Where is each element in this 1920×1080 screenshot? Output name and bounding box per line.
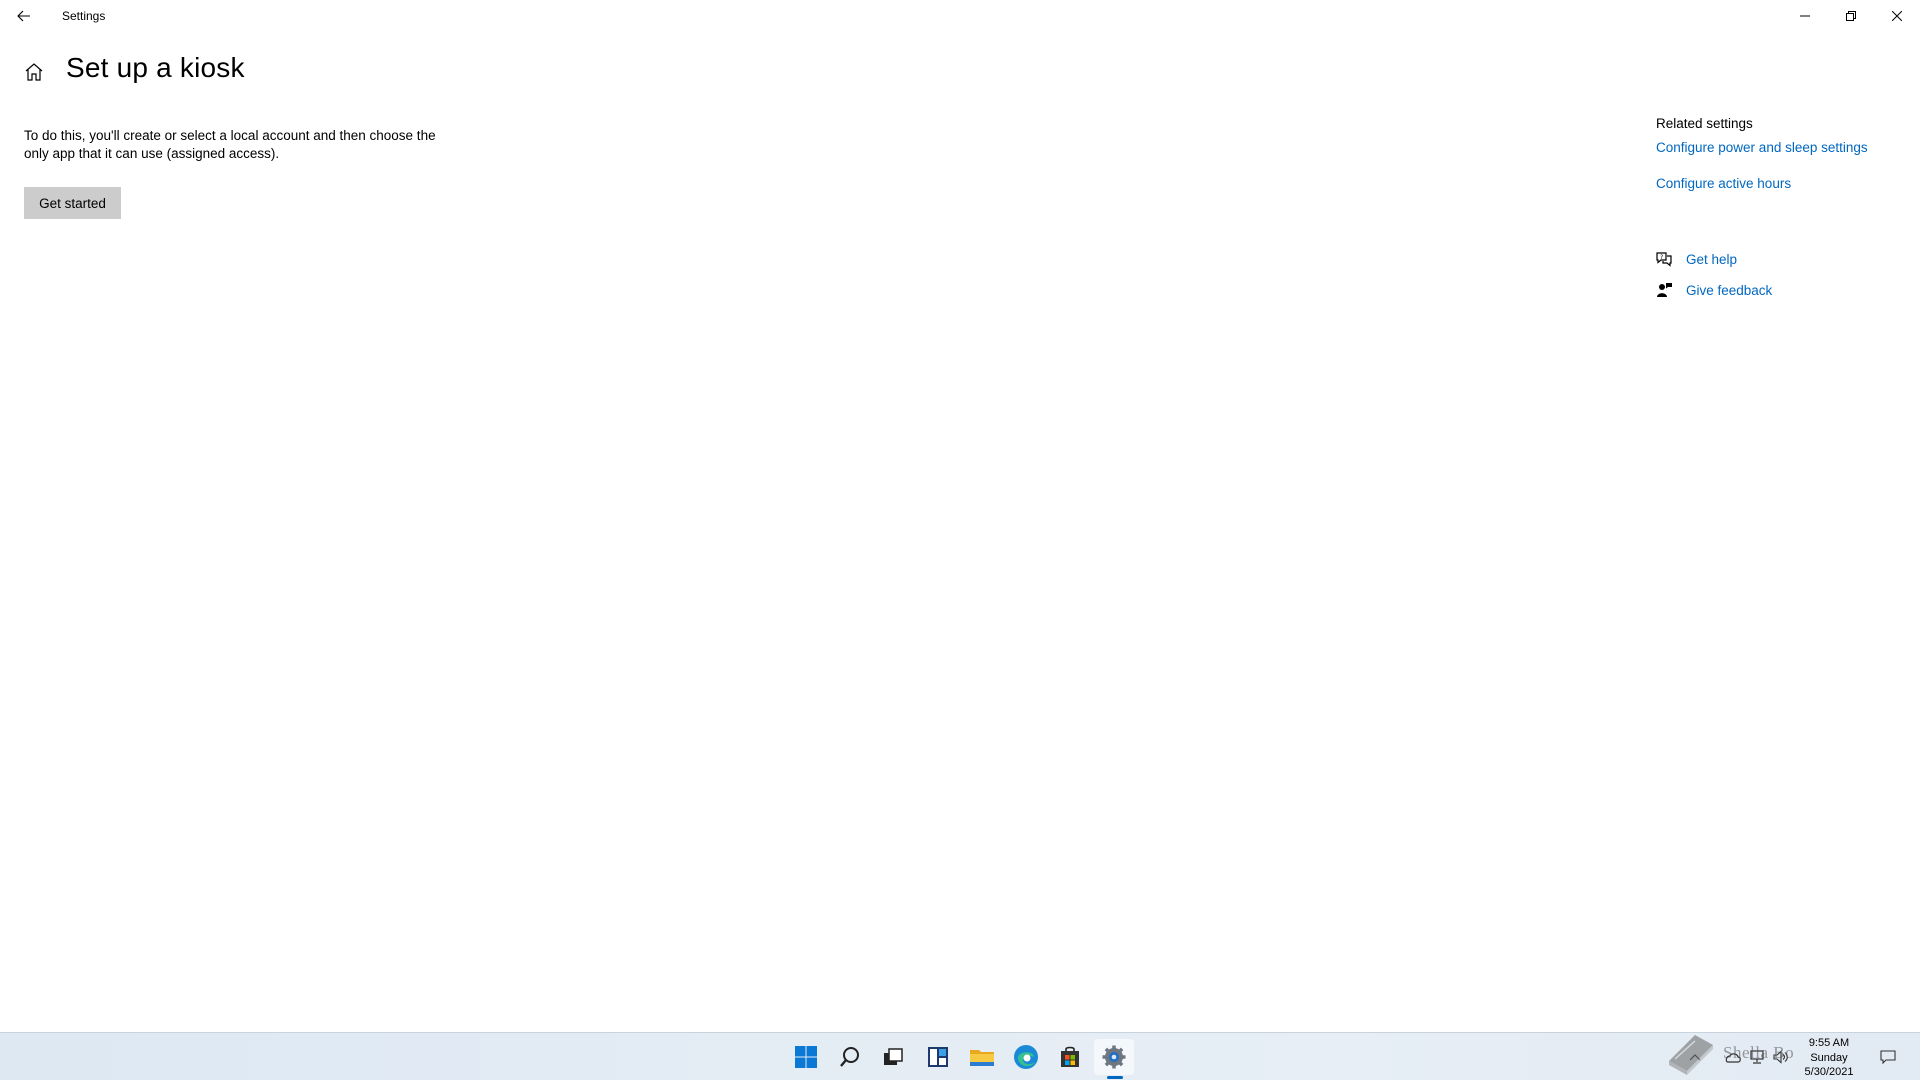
chat-help-icon: ? [1654, 249, 1674, 269]
start-icon [795, 1046, 817, 1068]
widgets-button[interactable] [918, 1039, 958, 1075]
svg-text:?: ? [1660, 254, 1663, 261]
give-feedback-row[interactable]: Give feedback [1654, 279, 1772, 301]
watermark: Shella Bo [1665, 1028, 1915, 1078]
configure-power-sleep-link[interactable]: Configure power and sleep settings [1656, 140, 1916, 155]
settings-button[interactable] [1094, 1039, 1134, 1075]
get-started-button[interactable]: Get started [24, 187, 121, 219]
widgets-icon [928, 1047, 948, 1067]
active-app-indicator [1107, 1076, 1123, 1079]
arrow-left-icon [17, 10, 30, 22]
close-button[interactable] [1874, 0, 1920, 32]
page-title: Set up a kiosk [66, 52, 245, 83]
give-feedback-link[interactable]: Give feedback [1686, 283, 1772, 298]
file-explorer-button[interactable] [962, 1039, 1002, 1075]
related-settings-title: Related settings [1656, 116, 1753, 131]
edge-icon [1014, 1045, 1038, 1069]
store-icon [1061, 1046, 1079, 1067]
search-icon [840, 1047, 859, 1067]
configure-active-hours-link[interactable]: Configure active hours [1656, 176, 1916, 191]
related-settings: Related settings Configure power and sle… [1656, 116, 1916, 212]
home-icon[interactable] [20, 58, 48, 86]
restore-icon [1846, 11, 1856, 21]
settings-icon [1102, 1045, 1126, 1069]
get-help-link[interactable]: Get help [1686, 252, 1737, 267]
minimize-button[interactable] [1782, 0, 1828, 32]
file-explorer-icon [970, 1050, 994, 1066]
watermark-text: Shella Bo [1723, 1043, 1795, 1062]
home-glyph [25, 63, 43, 81]
store-button[interactable] [1050, 1039, 1090, 1075]
description-text: To do this, you'll create or select a lo… [24, 128, 436, 161]
task-view-button[interactable] [873, 1039, 913, 1075]
task-view-icon [884, 1048, 903, 1065]
get-help-row[interactable]: ? Get help [1654, 248, 1737, 270]
edge-button[interactable] [1006, 1039, 1046, 1075]
window-title: Settings [62, 9, 106, 23]
restore-button[interactable] [1828, 0, 1874, 32]
book-icon [1669, 1035, 1713, 1075]
back-button[interactable] [0, 0, 48, 32]
taskbar: 9:55 AM Sunday 5/30/2021 [0, 1032, 1920, 1080]
start-button[interactable] [786, 1039, 826, 1075]
minimize-icon [1800, 15, 1810, 17]
title-bar: Settings [0, 0, 1920, 32]
close-icon [1892, 11, 1902, 21]
feedback-icon [1654, 280, 1674, 300]
search-button[interactable] [830, 1039, 870, 1075]
